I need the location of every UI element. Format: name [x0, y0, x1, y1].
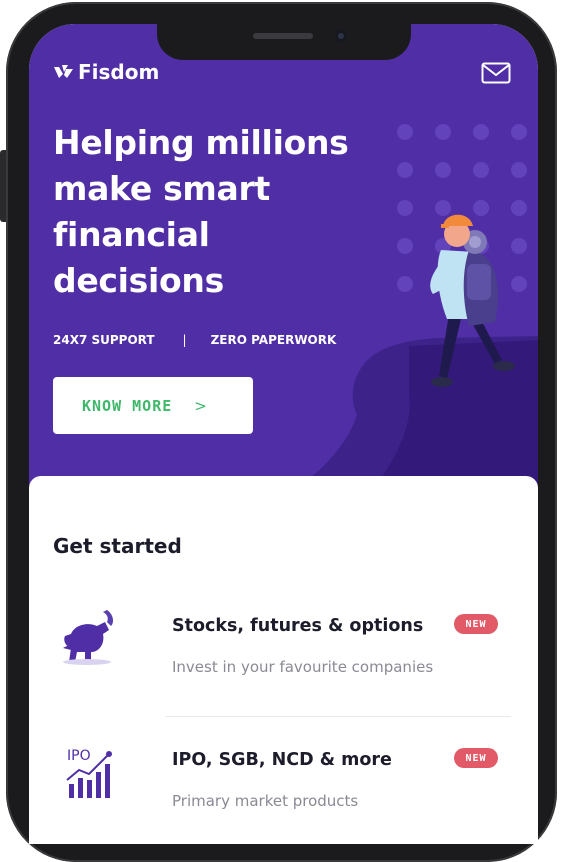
- phone-screen: Fisdom Helping millions make smart finan…: [29, 24, 538, 844]
- front-camera-icon: [335, 30, 347, 42]
- list-divider: [166, 716, 511, 717]
- section-title: Get started: [53, 534, 182, 558]
- bull-icon: [63, 610, 114, 665]
- brand-logo[interactable]: Fisdom: [53, 60, 159, 84]
- fisdom-logo-icon: [54, 65, 73, 78]
- hiker-on-cliff-illustration: [299, 124, 538, 494]
- mail-icon[interactable]: [481, 62, 511, 84]
- feature-support: 24X7 SUPPORT: [53, 333, 155, 347]
- product-title: IPO, SGB, NCD & more: [172, 750, 392, 770]
- speaker-grille: [253, 33, 313, 39]
- brand-name: Fisdom: [78, 60, 160, 84]
- hero-banner: Fisdom Helping millions make smart finan…: [29, 24, 538, 494]
- new-badge: NEW: [454, 614, 498, 634]
- feature-separator: |: [182, 333, 187, 347]
- product-subtitle: Invest in your favourite companies: [172, 658, 434, 676]
- chevron-right-icon: >: [194, 396, 208, 415]
- phone-mockup: Fisdom Helping millions make smart finan…: [0, 0, 563, 862]
- ipo-icon-text: IPO: [67, 748, 91, 764]
- product-title: Stocks, futures & options: [172, 616, 424, 636]
- product-item-ipo[interactable]: IPO IPO, SGB, NCD & more Primary market …: [29, 720, 538, 840]
- feature-highlights: 24X7 SUPPORT | ZERO PAPERWORK: [53, 333, 336, 347]
- product-item-stocks[interactable]: Stocks, futures & options Invest in your…: [29, 586, 538, 706]
- new-badge: NEW: [454, 748, 498, 768]
- know-more-button[interactable]: KNOW MORE >: [53, 377, 253, 434]
- ipo-chart-icon: IPO: [66, 748, 112, 798]
- get-started-card: Get started Stocks, futures & options In…: [29, 476, 538, 844]
- know-more-label: KNOW MORE: [82, 396, 173, 415]
- product-subtitle: Primary market products: [172, 792, 359, 810]
- phone-notch: [157, 24, 411, 60]
